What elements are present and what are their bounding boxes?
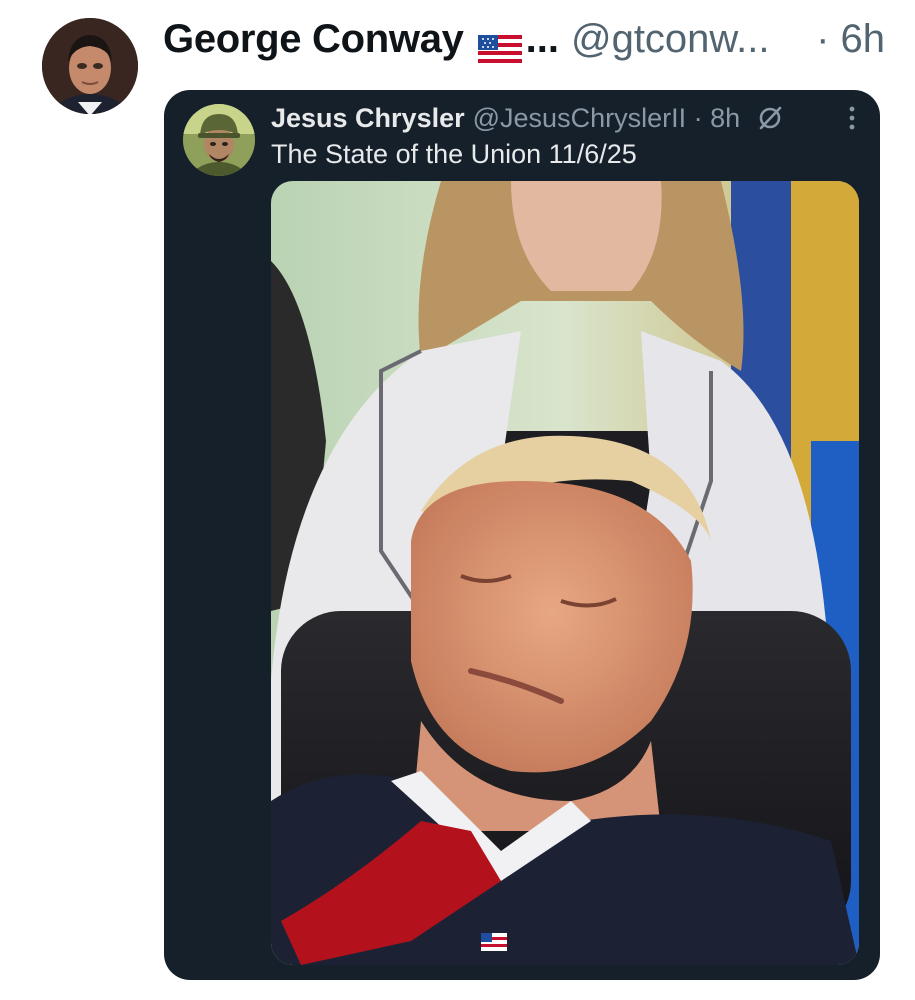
grok-icon[interactable] xyxy=(756,104,784,132)
tweet-container: George Conway ... @gtconw... · 6h Jesus … xyxy=(0,0,915,1000)
more-vertical-icon[interactable] xyxy=(842,103,862,133)
author-name[interactable]: George Conway xyxy=(163,14,464,64)
us-flag-icon xyxy=(477,25,522,63)
quoted-tweet-card[interactable]: Jesus Chrysler @JesusChryslerII · 8h The… xyxy=(164,90,880,980)
quoted-tweet-header: Jesus Chrysler @JesusChryslerII · 8h xyxy=(271,98,864,138)
quoted-author-name[interactable]: Jesus Chrysler xyxy=(271,103,465,134)
author-avatar[interactable] xyxy=(42,18,138,114)
quoted-tweet-image[interactable] xyxy=(271,181,859,965)
author-handle[interactable]: @gtconw... xyxy=(571,14,769,64)
quoted-tweet-text: The State of the Union 11/6/25 xyxy=(271,139,637,169)
quoted-author-avatar[interactable] xyxy=(183,104,255,176)
tweet-header: George Conway ... @gtconw... · 6h xyxy=(163,14,885,64)
name-truncation: ... xyxy=(525,17,559,61)
tweet-timestamp[interactable]: · 6h xyxy=(816,14,885,64)
quoted-author-handle[interactable]: @JesusChryslerII · 8h xyxy=(473,103,740,134)
